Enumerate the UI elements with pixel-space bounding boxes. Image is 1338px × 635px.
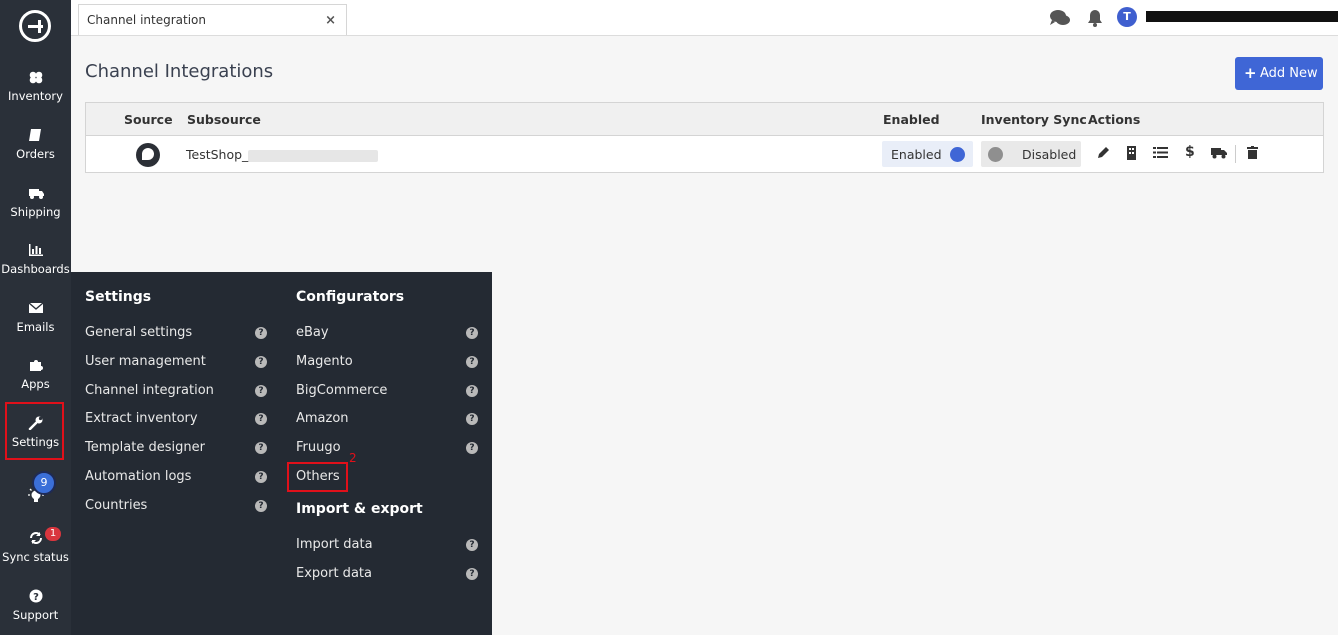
bell-icon[interactable]: [1086, 9, 1104, 27]
help-icon[interactable]: ?: [255, 385, 267, 397]
sync-icon: [29, 532, 42, 544]
highlight-others-box: [287, 462, 348, 492]
tab-channel-integration[interactable]: Channel integration ×: [78, 4, 347, 35]
table-header: Source Subsource Enabled Inventory Sync …: [86, 103, 1323, 136]
help-icon[interactable]: ?: [466, 539, 478, 551]
top-bar: Channel integration × T: [71, 0, 1338, 36]
help-icon[interactable]: ?: [255, 442, 267, 454]
edit-icon[interactable]: [1097, 146, 1110, 159]
highlight-settings-box: [5, 402, 64, 460]
list-icon[interactable]: [1153, 146, 1168, 159]
settings-menu: Settings General settings ? User managem…: [71, 272, 492, 635]
enabled-toggle[interactable]: Enabled: [882, 141, 973, 167]
app-logo-icon[interactable]: [19, 10, 51, 42]
header-subsource: Subsource: [187, 112, 261, 127]
sidebar: Inventory Orders Shipping Dashboards Ema…: [0, 0, 78, 635]
menu-item-ebay[interactable]: eBay: [296, 325, 329, 340]
inventory-icon: [29, 71, 42, 84]
avatar[interactable]: T: [1117, 7, 1137, 27]
add-new-button[interactable]: + Add New: [1235, 57, 1323, 90]
sidebar-item-label: Emails: [16, 320, 55, 334]
header-source: Source: [124, 112, 173, 127]
sidebar-item-label: Dashboards: [1, 262, 70, 276]
trash-icon[interactable]: [1247, 146, 1258, 159]
help-icon[interactable]: ?: [466, 356, 478, 368]
sidebar-item-label: Sync status: [2, 550, 69, 564]
menu-item-amazon[interactable]: Amazon: [296, 411, 349, 426]
plus-icon: +: [1244, 64, 1257, 82]
sidebar-item-inventory[interactable]: Inventory: [0, 70, 71, 103]
help-icon[interactable]: ?: [466, 413, 478, 425]
help-icon[interactable]: ?: [466, 385, 478, 397]
sidebar-item-label: Support: [12, 608, 59, 622]
close-icon[interactable]: ×: [325, 13, 336, 28]
settings-section-title: Settings: [85, 289, 152, 305]
sidebar-item-emails[interactable]: Emails: [0, 301, 71, 334]
building-icon[interactable]: [1126, 146, 1137, 160]
menu-item-automation-logs[interactable]: Automation logs: [85, 469, 191, 484]
table-row: TestShop_ Enabled Disabled $: [86, 136, 1323, 172]
sync-count-badge: 1: [45, 527, 61, 541]
question-icon: ?: [29, 589, 42, 603]
truck-icon[interactable]: [1211, 146, 1227, 159]
add-new-label: Add New: [1260, 66, 1318, 81]
tab-label: Channel integration: [87, 13, 206, 27]
help-icon[interactable]: ?: [255, 413, 267, 425]
inventory-sync-toggle[interactable]: Disabled: [981, 141, 1081, 167]
chat-icon[interactable]: [1049, 9, 1071, 27]
header-actions: Actions: [1088, 112, 1141, 127]
help-icon[interactable]: ?: [255, 356, 267, 368]
help-icon[interactable]: ?: [255, 327, 267, 339]
menu-item-channel-integration[interactable]: Channel integration: [85, 383, 214, 398]
import-export-section-title: Import & export: [296, 501, 423, 517]
channels-table: Source Subsource Enabled Inventory Sync …: [85, 102, 1324, 173]
menu-item-user-management[interactable]: User management: [85, 354, 206, 369]
truck-icon: [28, 189, 44, 199]
sidebar-item-apps[interactable]: Apps: [0, 358, 71, 391]
sidebar-item-label: Apps: [21, 377, 50, 391]
help-icon[interactable]: ?: [466, 442, 478, 454]
header-inventory-sync: Inventory Sync: [981, 112, 1087, 127]
envelope-icon: [28, 302, 43, 313]
dollar-icon[interactable]: $: [1185, 144, 1195, 160]
menu-item-fruugo[interactable]: Fruugo: [296, 440, 341, 455]
sidebar-item-label: Shipping: [10, 205, 61, 219]
subsource-cell: TestShop_: [186, 147, 379, 162]
toggle-knob: [988, 147, 1003, 162]
sidebar-item-orders[interactable]: Orders: [0, 128, 71, 161]
menu-item-extract-inventory[interactable]: Extract inventory: [85, 411, 198, 426]
page-title: Channel Integrations: [85, 61, 274, 82]
orders-icon: [28, 129, 41, 141]
menu-item-bigcommerce[interactable]: BigCommerce: [296, 383, 387, 398]
sidebar-item-label: Inventory: [8, 89, 63, 103]
menu-item-import-data[interactable]: Import data: [296, 537, 373, 552]
configurators-section-title: Configurators: [296, 289, 405, 305]
toggle-knob: [950, 147, 965, 162]
menu-item-export-data[interactable]: Export data: [296, 566, 372, 581]
svg-text:?: ?: [33, 592, 39, 603]
blurred-subsource-suffix: [248, 149, 379, 162]
puzzle-icon: [29, 360, 43, 371]
menu-item-countries[interactable]: Countries: [85, 498, 147, 513]
sidebar-item-dashboards[interactable]: Dashboards: [0, 243, 71, 276]
help-icon[interactable]: ?: [255, 471, 267, 483]
redacted-user-email: [1146, 11, 1338, 22]
sidebar-item-shipping[interactable]: Shipping: [0, 186, 71, 219]
sidebar-item-label: Orders: [16, 147, 55, 161]
help-icon[interactable]: ?: [466, 327, 478, 339]
menu-item-general-settings[interactable]: General settings: [85, 325, 192, 340]
help-icon[interactable]: ?: [466, 568, 478, 580]
header-enabled: Enabled: [883, 112, 940, 127]
menu-item-template-designer[interactable]: Template designer: [85, 440, 205, 455]
annotation-number-2: 2: [349, 451, 357, 465]
help-icon[interactable]: ?: [255, 500, 267, 512]
chart-icon: [28, 244, 43, 256]
ideas-count-badge: 9: [32, 471, 56, 495]
sidebar-item-support[interactable]: ? Support: [0, 589, 71, 622]
actions-divider: [1235, 145, 1236, 163]
source-logo-icon: [136, 143, 160, 167]
menu-item-magento[interactable]: Magento: [296, 354, 353, 369]
